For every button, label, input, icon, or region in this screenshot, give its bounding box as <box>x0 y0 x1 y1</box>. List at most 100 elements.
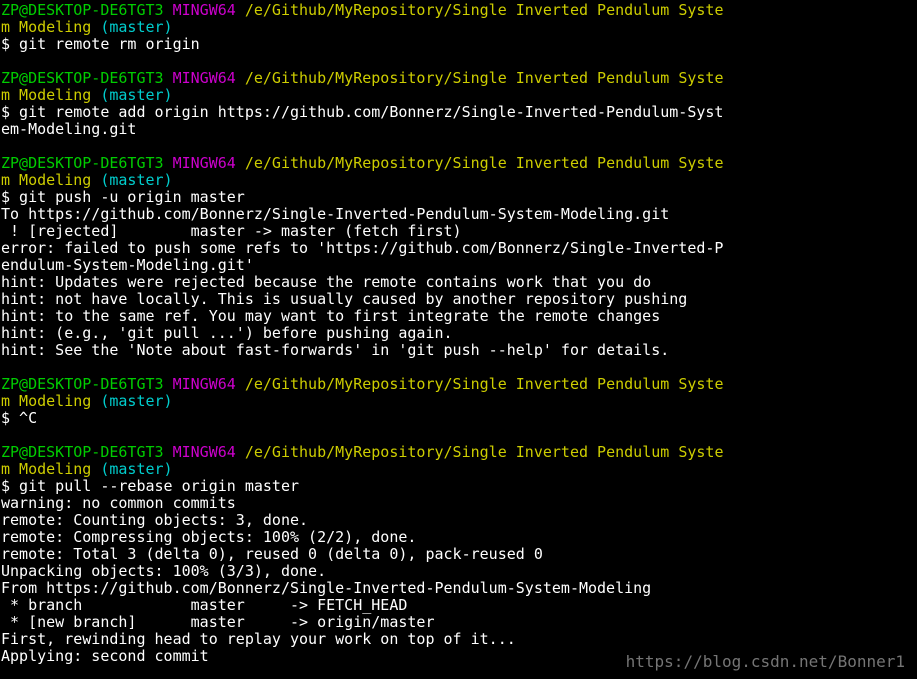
terminal-line: warning: no common commits <box>1 495 916 512</box>
terminal-text-segment: To https://github.com/Bonnerz/Single-Inv… <box>1 206 670 223</box>
terminal-text-segment: MINGW64 <box>172 155 236 172</box>
terminal-text-segment: (master) <box>100 19 173 36</box>
terminal-text-segment: (master) <box>100 172 173 189</box>
terminal-line: * [new branch] master -> origin/master <box>1 614 916 631</box>
terminal-text-segment: $ git pull --rebase origin master <box>1 478 300 495</box>
terminal-line: $ git remote add origin https://github.c… <box>1 104 916 121</box>
terminal-text-segment: hint: Updates were rejected because the … <box>1 274 652 291</box>
terminal-text-segment: First, rewinding head to replay your wor… <box>1 631 516 648</box>
terminal-line: m Modeling (master) <box>1 87 916 104</box>
terminal-text-segment: /e/Github/MyRepository/Single Inverted P… <box>244 444 724 461</box>
terminal-text-segment: ZP@DESKTOP-DE6TGT3 <box>1 155 164 172</box>
terminal-text-segment: $ git push -u origin master <box>1 189 245 206</box>
terminal-text-segment: hint: (e.g., 'git pull ...') before push… <box>1 325 453 342</box>
terminal-line: remote: Total 3 (delta 0), reused 0 (del… <box>1 546 916 563</box>
terminal-text-segment: ZP@DESKTOP-DE6TGT3 <box>1 2 164 19</box>
terminal-text-segment: remote: Compressing objects: 100% (2/2),… <box>1 529 417 546</box>
terminal-line: $ git push -u origin master <box>1 189 916 206</box>
terminal-text-segment: em-Modeling.git <box>1 121 137 138</box>
terminal-text-segment: $ git remote add origin https://github.c… <box>1 104 724 121</box>
terminal-line: Unpacking objects: 100% (3/3), done. <box>1 563 916 580</box>
terminal-text-segment: endulum-System-Modeling.git' <box>1 257 254 274</box>
terminal-line: hint: to the same ref. You may want to f… <box>1 308 916 325</box>
terminal-output[interactable]: ZP@DESKTOP-DE6TGT3 MINGW64 /e/Github/MyR… <box>1 2 916 665</box>
terminal-text-segment: remote: Counting objects: 3, done. <box>1 512 309 529</box>
terminal-text-segment: /e/Github/MyRepository/Single Inverted P… <box>244 70 724 87</box>
terminal-line: m Modeling (master) <box>1 172 916 189</box>
terminal-text-segment: /e/Github/MyRepository/Single Inverted P… <box>244 155 724 172</box>
terminal-line: ZP@DESKTOP-DE6TGT3 MINGW64 /e/Github/MyR… <box>1 2 916 19</box>
terminal-line: From https://github.com/Bonnerz/Single-I… <box>1 580 916 597</box>
terminal-text-segment: m Modeling <box>1 172 92 189</box>
terminal-text-segment: remote: Total 3 (delta 0), reused 0 (del… <box>1 546 543 563</box>
terminal-text-segment: MINGW64 <box>172 2 236 19</box>
terminal-text-segment: warning: no common commits <box>1 495 236 512</box>
terminal-line: $ git remote rm origin <box>1 36 916 53</box>
terminal-line: m Modeling (master) <box>1 393 916 410</box>
terminal-text-segment: ! [rejected] master -> master (fetch fir… <box>1 223 462 240</box>
terminal-line: $ ^C <box>1 410 916 427</box>
terminal-line: remote: Compressing objects: 100% (2/2),… <box>1 529 916 546</box>
terminal-line: hint: Updates were rejected because the … <box>1 274 916 291</box>
terminal-text-segment: ZP@DESKTOP-DE6TGT3 <box>1 376 164 393</box>
terminal-line: * branch master -> FETCH_HEAD <box>1 597 916 614</box>
terminal-line: error: failed to push some refs to 'http… <box>1 240 916 257</box>
terminal-line: $ git pull --rebase origin master <box>1 478 916 495</box>
terminal-line: endulum-System-Modeling.git' <box>1 257 916 274</box>
terminal-line: hint: See the 'Note about fast-forwards'… <box>1 342 916 359</box>
terminal-text-segment: MINGW64 <box>172 376 236 393</box>
terminal-text-segment: m Modeling <box>1 461 92 478</box>
terminal-line: hint: not have locally. This is usually … <box>1 291 916 308</box>
terminal-text-segment: ZP@DESKTOP-DE6TGT3 <box>1 70 164 87</box>
terminal-text-segment: hint: See the 'Note about fast-forwards'… <box>1 342 670 359</box>
terminal-text-segment: ZP@DESKTOP-DE6TGT3 <box>1 444 164 461</box>
terminal-text-segment: /e/Github/MyRepository/Single Inverted P… <box>244 376 724 393</box>
terminal-text-segment: Applying: second commit <box>1 648 209 665</box>
terminal-text-segment: m Modeling <box>1 19 92 36</box>
terminal-line: m Modeling (master) <box>1 19 916 36</box>
terminal-line: First, rewinding head to replay your wor… <box>1 631 916 648</box>
terminal-text-segment: (master) <box>100 87 173 104</box>
terminal-text-segment: * branch master -> FETCH_HEAD <box>1 597 408 614</box>
terminal-text-segment: MINGW64 <box>172 70 236 87</box>
terminal-text-segment: $ git remote rm origin <box>1 36 200 53</box>
terminal-text-segment: (master) <box>100 461 173 478</box>
terminal-text-segment: m Modeling <box>1 393 92 410</box>
terminal-line: hint: (e.g., 'git pull ...') before push… <box>1 325 916 342</box>
terminal-line: ZP@DESKTOP-DE6TGT3 MINGW64 /e/Github/MyR… <box>1 376 916 393</box>
terminal-text-segment: $ ^C <box>1 410 38 427</box>
terminal-text-segment: MINGW64 <box>172 444 236 461</box>
terminal-text-segment: hint: not have locally. This is usually … <box>1 291 688 308</box>
terminal-text-segment: * [new branch] master -> origin/master <box>1 614 435 631</box>
terminal-text-segment: (master) <box>100 393 173 410</box>
terminal-text-segment: From https://github.com/Bonnerz/Single-I… <box>1 580 652 597</box>
terminal-text-segment: error: failed to push some refs to 'http… <box>1 240 724 257</box>
terminal-text-segment: hint: to the same ref. You may want to f… <box>1 308 661 325</box>
terminal-line: em-Modeling.git <box>1 121 916 138</box>
watermark-text: https://blog.csdn.net/Bonner1 <box>625 652 905 671</box>
terminal-line: remote: Counting objects: 3, done. <box>1 512 916 529</box>
terminal-line: ZP@DESKTOP-DE6TGT3 MINGW64 /e/Github/MyR… <box>1 155 916 172</box>
terminal-line: m Modeling (master) <box>1 461 916 478</box>
terminal-line: ZP@DESKTOP-DE6TGT3 MINGW64 /e/Github/MyR… <box>1 444 916 461</box>
terminal-line: ! [rejected] master -> master (fetch fir… <box>1 223 916 240</box>
terminal-line: To https://github.com/Bonnerz/Single-Inv… <box>1 206 916 223</box>
